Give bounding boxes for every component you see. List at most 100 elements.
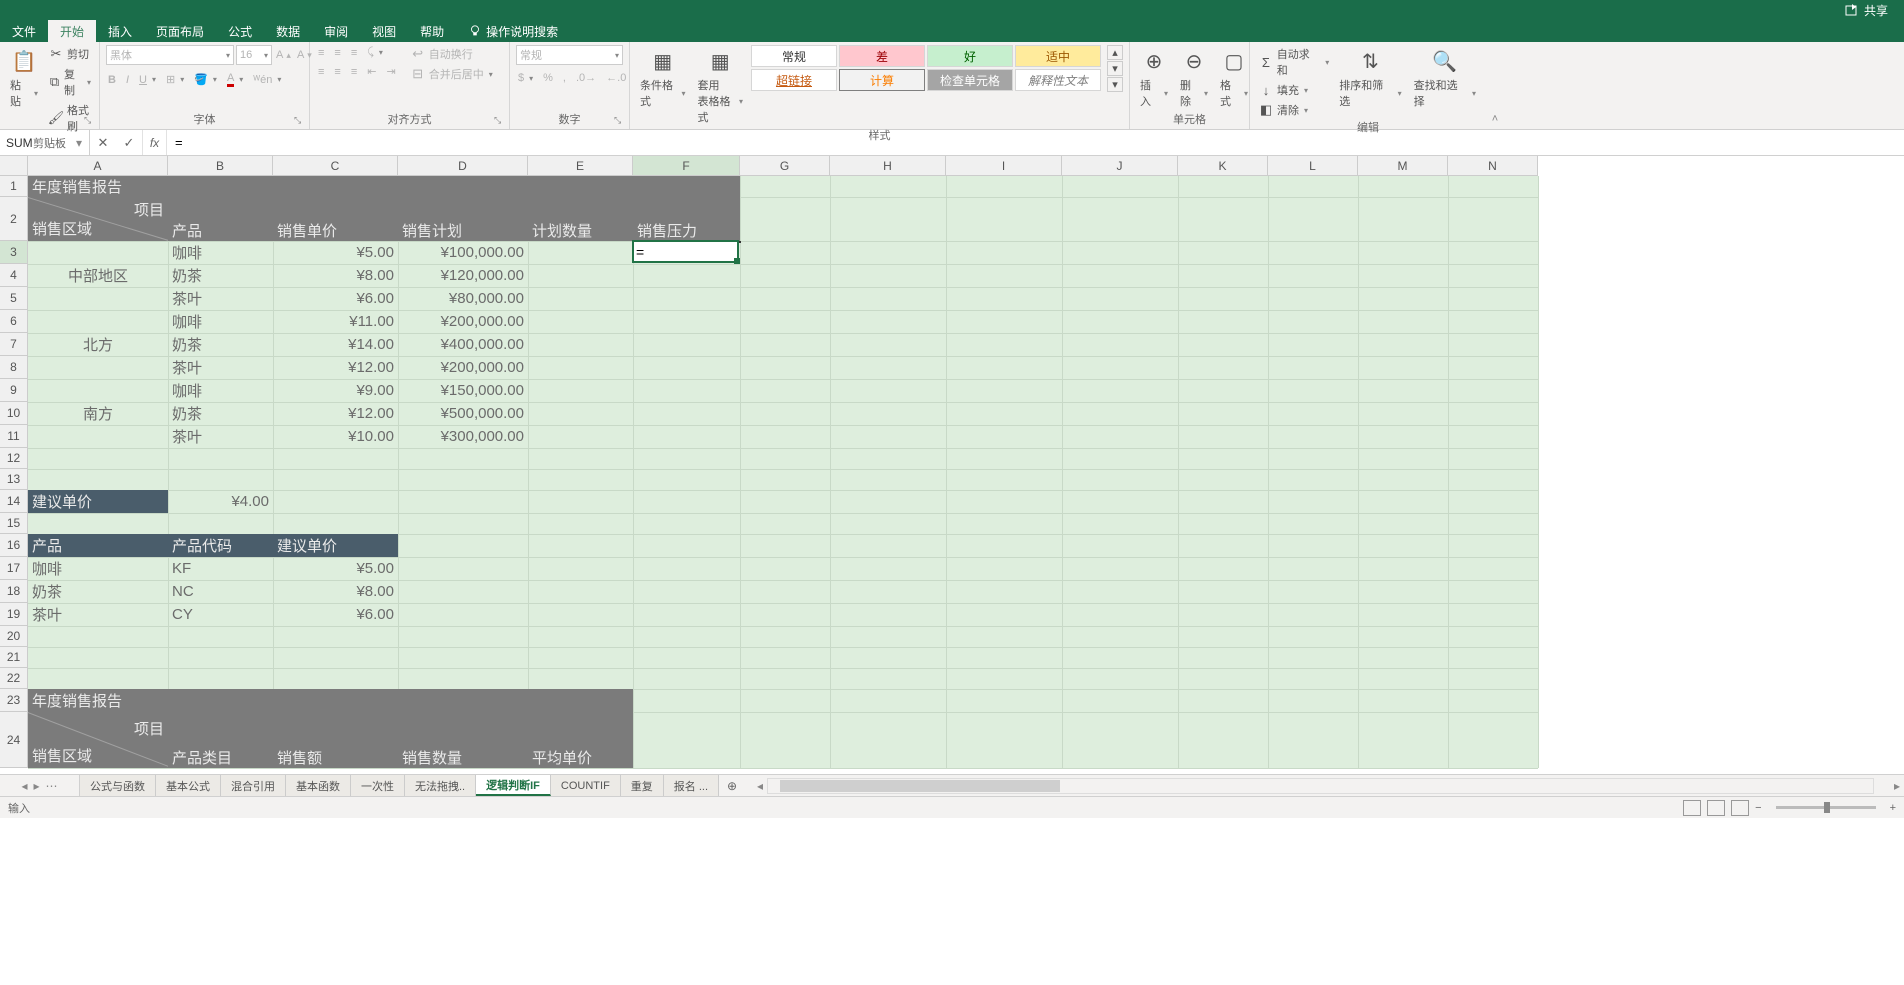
style-good[interactable]: 好 (927, 45, 1013, 67)
phonetic-button[interactable]: ᵂén▾ (251, 71, 283, 88)
collapse-ribbon-button[interactable]: ˄ (1490, 112, 1500, 126)
row-header-21[interactable]: 21 (0, 647, 28, 668)
style-gallery-expand[interactable]: ▾ (1107, 77, 1123, 92)
clipboard-launcher[interactable]: ⤡ (84, 115, 96, 127)
cell[interactable]: NC (168, 580, 273, 603)
cell[interactable]: 销售计划 (398, 197, 528, 241)
cell[interactable]: ¥10.00 (273, 425, 398, 448)
style-bad[interactable]: 差 (839, 45, 925, 67)
cell[interactable]: ¥6.00 (273, 287, 398, 310)
cell[interactable]: 咖啡 (168, 310, 273, 333)
spreadsheet-grid[interactable]: ABCDEFGHIJKLMN 1234567891011121314151617… (0, 156, 1904, 774)
col-header-N[interactable]: N (1448, 156, 1538, 176)
cell[interactable]: 北方 (28, 310, 168, 379)
share-button[interactable]: 共享 (1838, 0, 1894, 21)
active-cell-f3[interactable] (632, 240, 739, 263)
cell[interactable]: 销售数量 (398, 712, 528, 768)
cell[interactable]: ¥80,000.00 (398, 287, 528, 310)
cell[interactable]: 产品代码 (168, 534, 273, 557)
cell[interactable]: 茶叶 (168, 356, 273, 379)
cell[interactable]: 南方 (28, 379, 168, 448)
number-launcher[interactable]: ⤡ (614, 115, 626, 127)
decrease-decimal-button[interactable]: ←.0 (604, 71, 628, 85)
col-header-A[interactable]: A (28, 156, 168, 176)
cell[interactable]: 茶叶 (168, 425, 273, 448)
row-header-10[interactable]: 10 (0, 402, 28, 425)
cell[interactable]: CY (168, 603, 273, 626)
increase-decimal-button[interactable]: .0→ (574, 71, 598, 85)
col-header-H[interactable]: H (830, 156, 946, 176)
col-header-C[interactable]: C (273, 156, 398, 176)
cell[interactable]: ¥400,000.00 (398, 333, 528, 356)
sheet-tab-2[interactable]: 混合引用 (221, 775, 286, 796)
italic-button[interactable]: I (124, 71, 131, 88)
cell[interactable]: ¥14.00 (273, 333, 398, 356)
cell[interactable]: ¥6.00 (273, 603, 398, 626)
zoom-in-button[interactable]: + (1890, 802, 1896, 814)
cell[interactable]: 销售额 (273, 712, 398, 768)
cell[interactable]: ¥8.00 (273, 264, 398, 287)
cell[interactable]: 中部地区 (28, 241, 168, 310)
number-format-select[interactable]: 常规▾ (516, 45, 623, 65)
style-normal[interactable]: 常规 (751, 45, 837, 67)
col-header-F[interactable]: F (633, 156, 740, 176)
cell[interactable]: ¥9.00 (273, 379, 398, 402)
style-neutral[interactable]: 适中 (1015, 45, 1101, 67)
row-header-17[interactable]: 17 (0, 557, 28, 580)
style-explanatory[interactable]: 解释性文本 (1015, 69, 1101, 91)
cell[interactable]: 咖啡 (168, 379, 273, 402)
row-header-20[interactable]: 20 (0, 626, 28, 647)
cell[interactable]: 平均单价 (528, 712, 633, 768)
style-hyperlink[interactable]: 超链接 (751, 69, 837, 91)
row-header-1[interactable]: 1 (0, 176, 28, 197)
align-middle-button[interactable]: ≡ (332, 45, 342, 60)
col-header-D[interactable]: D (398, 156, 528, 176)
cell[interactable]: 建议单价 (28, 490, 168, 513)
cell[interactable]: ¥500,000.00 (398, 402, 528, 425)
sheet-tab-0[interactable]: 公式与函数 (80, 775, 156, 796)
col-header-L[interactable]: L (1268, 156, 1358, 176)
sheet-nav-last[interactable]: ▸ (34, 779, 40, 793)
cell[interactable]: 项目销售区域 (28, 197, 168, 241)
cell[interactable]: 年度销售报告 (28, 689, 633, 712)
row-header-5[interactable]: 5 (0, 287, 28, 310)
zoom-slider[interactable] (1776, 806, 1876, 809)
zoom-thumb[interactable] (1824, 802, 1830, 813)
bold-button[interactable]: B (106, 71, 118, 88)
cell[interactable]: 计划数量 (528, 197, 633, 241)
fx-button[interactable]: fx (143, 130, 167, 155)
cell[interactable]: ¥8.00 (273, 580, 398, 603)
row-header-18[interactable]: 18 (0, 580, 28, 603)
cell[interactable]: 产品 (28, 534, 168, 557)
cell[interactable]: ¥200,000.00 (398, 310, 528, 333)
font-color-button[interactable]: A▾ (225, 71, 245, 88)
format-cells-button[interactable]: ▢格式▾ (1216, 45, 1252, 111)
col-header-G[interactable]: G (740, 156, 830, 176)
align-center-button[interactable]: ≡ (332, 64, 342, 79)
currency-button[interactable]: $▾ (516, 71, 535, 85)
conditional-format-button[interactable]: ▦条件格式▾ (636, 45, 690, 111)
alignment-launcher[interactable]: ⤡ (494, 115, 506, 127)
row-header-9[interactable]: 9 (0, 379, 28, 402)
tab-页面布局[interactable]: 页面布局 (144, 20, 216, 42)
row-header-19[interactable]: 19 (0, 603, 28, 626)
cell[interactable]: 咖啡 (28, 557, 168, 580)
cell[interactable]: ¥300,000.00 (398, 425, 528, 448)
row-header-24[interactable]: 24 (0, 712, 28, 768)
col-header-E[interactable]: E (528, 156, 633, 176)
fill-handle[interactable] (734, 258, 740, 264)
row-header-8[interactable]: 8 (0, 356, 28, 379)
align-left-button[interactable]: ≡ (316, 64, 326, 79)
hscroll-thumb[interactable] (780, 780, 1060, 792)
tab-文件[interactable]: 文件 (0, 20, 48, 42)
align-right-button[interactable]: ≡ (349, 64, 359, 79)
tab-帮助[interactable]: 帮助 (408, 20, 456, 42)
cell[interactable]: 项目销售区域 (28, 712, 168, 768)
sheet-tab-9[interactable]: 报名 ... (664, 775, 719, 796)
cell[interactable]: 建议单价 (273, 534, 398, 557)
cell[interactable]: 茶叶 (28, 603, 168, 626)
style-scroll-up[interactable]: ▴ (1107, 45, 1123, 60)
cell[interactable]: 年度销售报告 (28, 176, 740, 197)
comma-button[interactable]: , (561, 71, 568, 85)
merge-center-button[interactable]: ⊟合并后居中▾ (408, 65, 495, 83)
